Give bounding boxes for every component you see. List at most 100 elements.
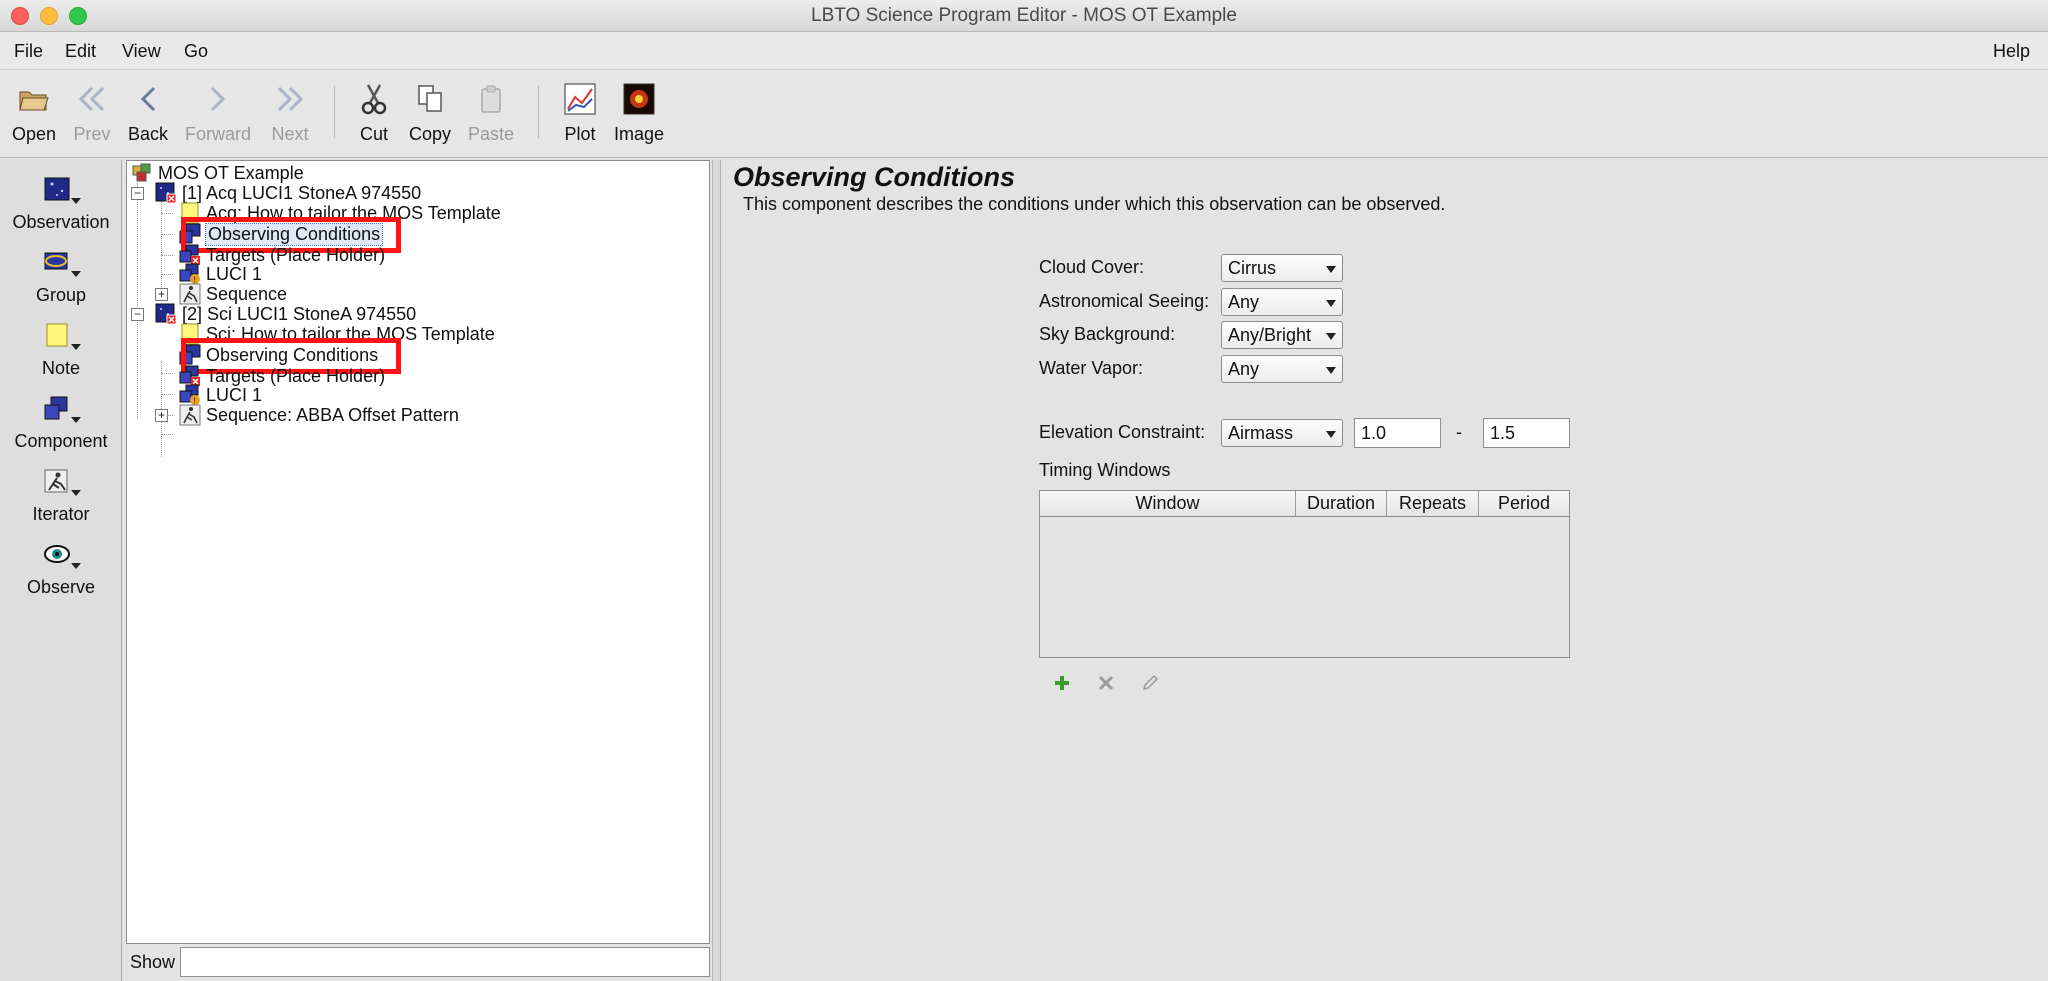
group-palette-item[interactable]: Group [0,247,122,306]
menu-view[interactable]: View [122,41,161,62]
expand-toggle[interactable]: + [155,409,168,422]
note-icon [179,323,201,345]
elevation-type-value: Airmass [1228,423,1294,443]
window-title: LBTO Science Program Editor - MOS OT Exa… [811,5,1237,26]
show-label: Show [130,952,176,972]
chevron-down-icon [71,344,81,350]
cut-label: Cut [359,124,388,144]
editor-description: This component describes the conditions … [743,194,1446,214]
elevation-min-input[interactable]: 1.0 [1354,418,1441,448]
iterator-icon [179,404,201,426]
conditions-icon [179,223,201,245]
iterator-icon [39,466,83,502]
image-label: Image [613,124,665,144]
chevron-down-icon [71,271,81,277]
plot-icon [562,80,598,118]
tree-connector [137,183,138,419]
open-button[interactable]: Open [8,80,60,145]
note-palette-item[interactable]: Note [0,320,122,379]
chevron-down-icon [1326,333,1336,340]
observation-icon [155,303,177,325]
menu-help[interactable]: Help [1993,41,2030,62]
program-icon [131,162,153,184]
program-tree[interactable]: MOS OT Example − [1] Acq LUCI1 StoneA 97… [126,160,710,944]
tree-node-label: Acq: How to tailor the MOS Template [206,202,501,223]
chevron-down-icon [71,198,81,204]
column-header-window[interactable]: Window [1040,491,1296,516]
sky-background-select[interactable]: Any/Bright [1221,321,1343,349]
title-bar: LBTO Science Program Editor - MOS OT Exa… [0,0,2048,32]
copy-button[interactable]: Copy [406,80,454,145]
plot-button[interactable]: Plot [558,80,602,145]
chevron-down-icon [1326,266,1336,273]
forward-button[interactable]: Forward [182,80,254,145]
observation-icon [155,182,177,204]
component-icon [39,393,83,429]
seeing-label: Astronomical Seeing: [1039,291,1210,311]
table-header: Window Duration Repeats Period [1040,491,1569,517]
observation-icon [39,174,83,210]
chevron-down-icon [1326,300,1336,307]
observation-palette-item[interactable]: Observation [0,174,122,233]
column-header-duration[interactable]: Duration [1296,491,1387,516]
image-button[interactable]: Image [612,80,666,145]
paste-label: Paste [467,124,515,144]
sky-image-icon [621,80,657,118]
menu-file[interactable]: File [14,41,43,62]
component-palette-item[interactable]: Component [0,393,122,452]
copy-label: Copy [408,124,452,144]
tree-connector [161,434,173,435]
water-vapor-label: Water Vapor: [1039,358,1144,378]
paste-button[interactable]: Paste [466,80,516,145]
tree-connector [161,213,173,214]
tree-node-sequence[interactable]: Sequence: ABBA Offset Pattern [179,403,459,427]
show-filter-input[interactable] [180,947,710,977]
timing-windows-table[interactable]: Window Duration Repeats Period [1039,490,1570,658]
expand-toggle[interactable]: + [155,288,168,301]
conditions-editor: Observing Conditions This component desc… [721,160,2048,981]
water-vapor-value: Any [1228,359,1260,379]
edit-window-button[interactable] [1137,670,1163,696]
cloud-cover-select[interactable]: Cirrus [1221,254,1343,282]
double-chevron-left-icon [74,80,110,118]
double-chevron-right-icon [272,80,308,118]
iterator-palette-item[interactable]: Iterator [0,466,122,525]
sky-background-label: Sky Background: [1039,324,1176,344]
chevron-right-icon [200,80,236,118]
collapse-toggle[interactable]: − [131,308,144,321]
tree-node-label: Sci: How to tailor the MOS Template [206,323,495,344]
remove-window-button[interactable] [1093,670,1119,696]
open-label: Open [11,124,57,144]
elevation-constraint-label: Elevation Constraint: [1039,422,1206,442]
tree-connector [161,274,173,275]
chevron-down-icon [71,417,81,423]
prev-button[interactable]: Prev [68,80,116,145]
timing-windows-label: Timing Windows [1039,460,1171,480]
copy-icon [412,80,448,118]
back-button[interactable]: Back [124,80,172,145]
elevation-type-select[interactable]: Airmass [1221,419,1343,447]
collapse-toggle[interactable]: − [131,187,144,200]
note-icon [39,320,83,356]
observe-palette-item[interactable]: Observe [0,539,122,598]
seeing-value: Any [1228,292,1260,312]
next-button[interactable]: Next [266,80,314,145]
menu-go[interactable]: Go [184,41,208,62]
cut-button[interactable]: Cut [354,80,394,145]
seeing-select[interactable]: Any [1221,288,1343,316]
water-vapor-select[interactable]: Any [1221,355,1343,383]
menu-edit[interactable]: Edit [65,41,96,62]
elevation-max-input[interactable]: 1.5 [1483,418,1570,448]
tree-connector [161,255,173,256]
conditions-icon [179,344,201,366]
iterator-label: Iterator [32,504,90,524]
tree-connector [161,373,173,374]
chevron-down-icon [71,490,81,496]
cloud-cover-value: Cirrus [1228,258,1276,278]
column-header-period[interactable]: Period [1479,491,1569,516]
sky-background-value: Any/Bright [1228,325,1312,345]
column-header-repeats[interactable]: Repeats [1387,491,1479,516]
panel-splitter[interactable] [712,160,721,981]
tree-connector [161,394,173,395]
add-window-button[interactable] [1049,670,1075,696]
